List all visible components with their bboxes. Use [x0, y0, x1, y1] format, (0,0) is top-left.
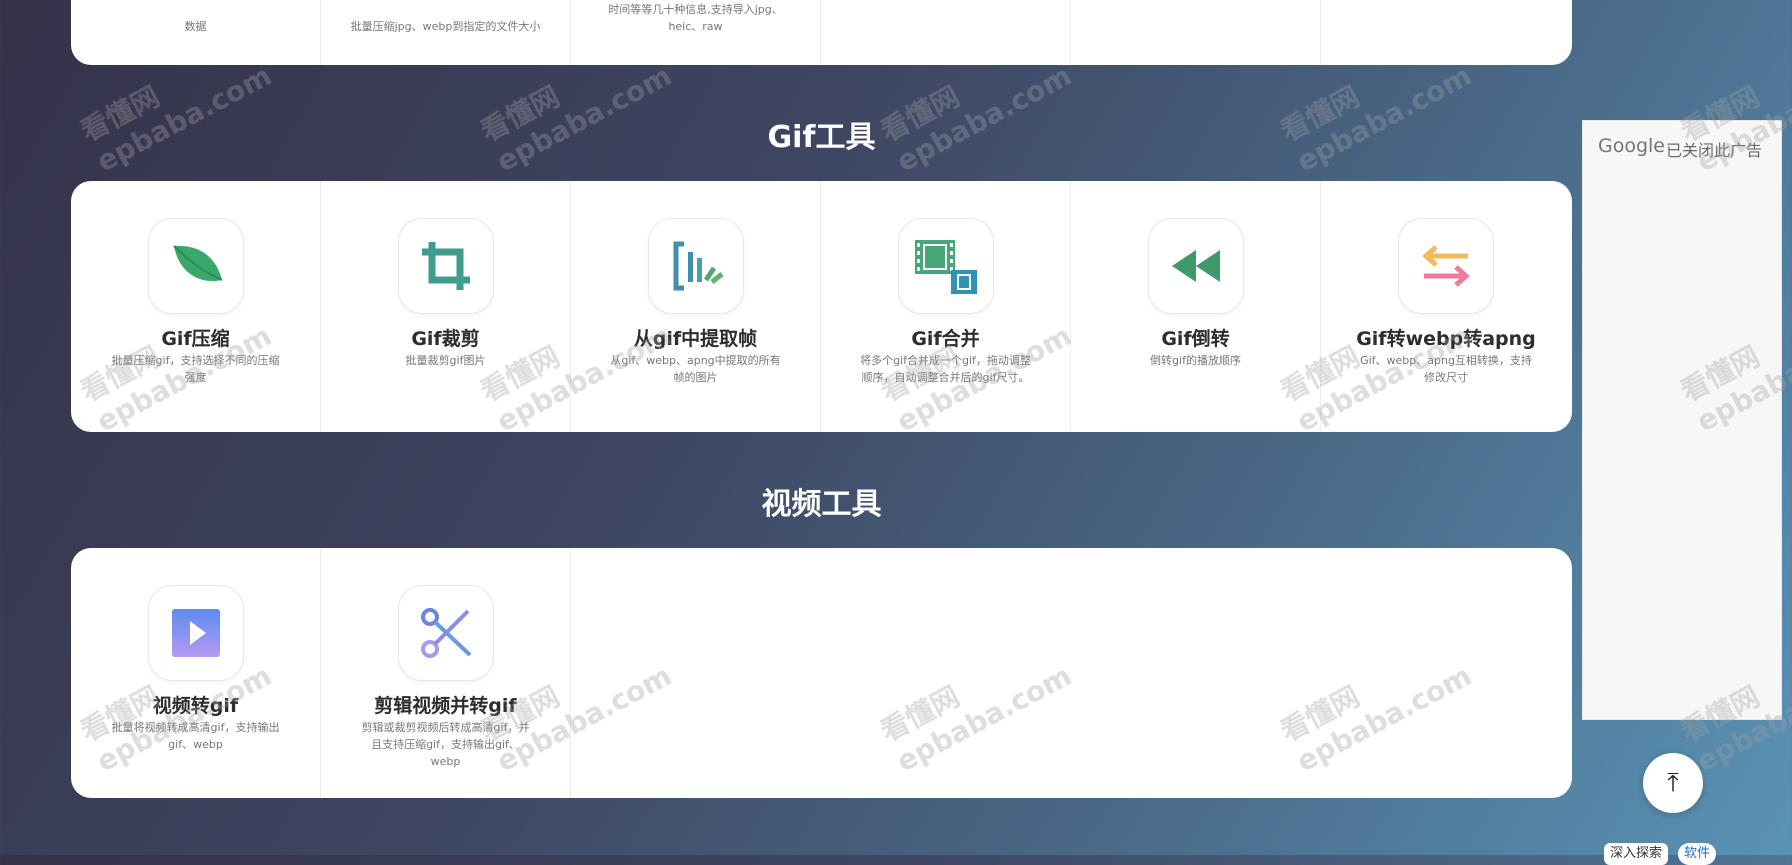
- swap-arrows-icon: [1398, 218, 1494, 314]
- section-title-gif: Gif工具: [767, 120, 876, 155]
- ad-closed-text: 已关闭此广告: [1666, 141, 1763, 160]
- tool-desc: 批量压缩gif，支持选择不同的压缩强度: [111, 354, 280, 384]
- tool-card[interactable]: 数据: [71, 0, 321, 65]
- tool-title: Gif倒转: [1161, 328, 1230, 350]
- tool-desc: 从gif、webp、apng中提取的所有帧的图片: [610, 354, 781, 384]
- video-tools-card: 视频转gif 批量将视频转成高清gif，支持输出gif、webp 剪辑视频并转g…: [71, 548, 1572, 798]
- tool-gif-crop[interactable]: Gif裁剪 批量裁剪gif图片: [321, 181, 571, 432]
- empty-cell: [1321, 0, 1572, 65]
- tool-desc: 将多个gif合并成一个gif，拖动调整顺序，自动调整合并后的gif尺寸。: [860, 354, 1031, 384]
- frames-extract-icon: [647, 218, 744, 314]
- empty-cell: [571, 548, 1572, 798]
- tool-desc: 时间等等几十种信息,支持导入jpg、heic、raw: [608, 3, 783, 33]
- google-logo: Google: [1598, 135, 1666, 157]
- tool-title: Gif裁剪: [411, 328, 480, 350]
- tool-title: 剪辑视频并转gif: [374, 695, 517, 717]
- tool-desc: 剪辑或裁剪视频后转成高清gif，并且支持压缩gif，支持输出gif、webp: [361, 721, 530, 768]
- explore-badge[interactable]: 深入探索: [1604, 843, 1669, 865]
- software-badge[interactable]: 软件: [1678, 843, 1717, 865]
- tool-card: [1071, 0, 1321, 65]
- tool-desc: 批量压缩jpg、webp到指定的文件大小: [350, 20, 541, 33]
- crop-icon: [397, 218, 494, 314]
- leaf-icon: [147, 218, 244, 314]
- tool-gif-convert[interactable]: Gif转webp转apng Gif、webp、apng互相转换，支持修改尺寸: [1321, 181, 1571, 432]
- bottom-badges: 深入探索 软件: [1604, 843, 1717, 865]
- tool-gif-reverse[interactable]: Gif倒转 倒转gif的播放顺序: [1071, 181, 1321, 432]
- tool-title: Gif转webp转apng: [1356, 328, 1536, 350]
- tool-card[interactable]: 时间等等几十种信息,支持导入jpg、heic、raw: [571, 0, 821, 65]
- tool-title: Gif压缩: [161, 328, 230, 350]
- tool-extract-frames[interactable]: 从gif中提取帧 从gif、webp、apng中提取的所有帧的图片: [571, 181, 821, 432]
- tool-desc: Gif、webp、apng互相转换，支持修改尺寸: [1360, 354, 1532, 384]
- gif-tools-card: Gif压缩 批量压缩gif，支持选择不同的压缩强度 Gif裁剪 批量裁剪gif图…: [71, 181, 1572, 432]
- back-to-top-button[interactable]: ⤒: [1643, 753, 1703, 813]
- ad-placeholder: Google 已关闭此广告: [1582, 120, 1782, 720]
- tool-title: 视频转gif: [152, 695, 239, 717]
- film-merge-icon: [897, 218, 994, 314]
- section-title-video: 视频工具: [761, 487, 882, 522]
- play-icon: [147, 585, 244, 681]
- arrow-to-top-icon: ⤒: [1667, 767, 1679, 798]
- rewind-icon: [1147, 218, 1244, 314]
- top-tools-card: 数据 批量压缩jpg、webp到指定的文件大小 时间等等几十种信息,支持导入jp…: [71, 0, 1572, 65]
- tool-card[interactable]: 批量压缩jpg、webp到指定的文件大小: [321, 0, 571, 65]
- tool-card: [821, 0, 1071, 65]
- tool-title: Gif合并: [911, 328, 980, 350]
- scissors-icon: [397, 585, 494, 681]
- tool-clip-video-to-gif[interactable]: 剪辑视频并转gif 剪辑或裁剪视频后转成高清gif，并且支持压缩gif，支持输出…: [321, 548, 571, 798]
- tool-gif-merge[interactable]: Gif合并 将多个gif合并成一个gif，拖动调整顺序，自动调整合并后的gif尺…: [821, 181, 1071, 432]
- tool-gif-compress[interactable]: Gif压缩 批量压缩gif，支持选择不同的压缩强度: [71, 181, 321, 432]
- tool-desc: 批量裁剪gif图片: [405, 354, 486, 367]
- tool-desc: 倒转gif的播放顺序: [1150, 354, 1241, 367]
- tool-video-to-gif[interactable]: 视频转gif 批量将视频转成高清gif，支持输出gif、webp: [71, 548, 321, 798]
- tool-desc: 数据: [184, 20, 207, 33]
- tool-desc: 批量将视频转成高清gif，支持输出gif、webp: [111, 721, 280, 751]
- tool-title: 从gif中提取帧: [633, 328, 758, 350]
